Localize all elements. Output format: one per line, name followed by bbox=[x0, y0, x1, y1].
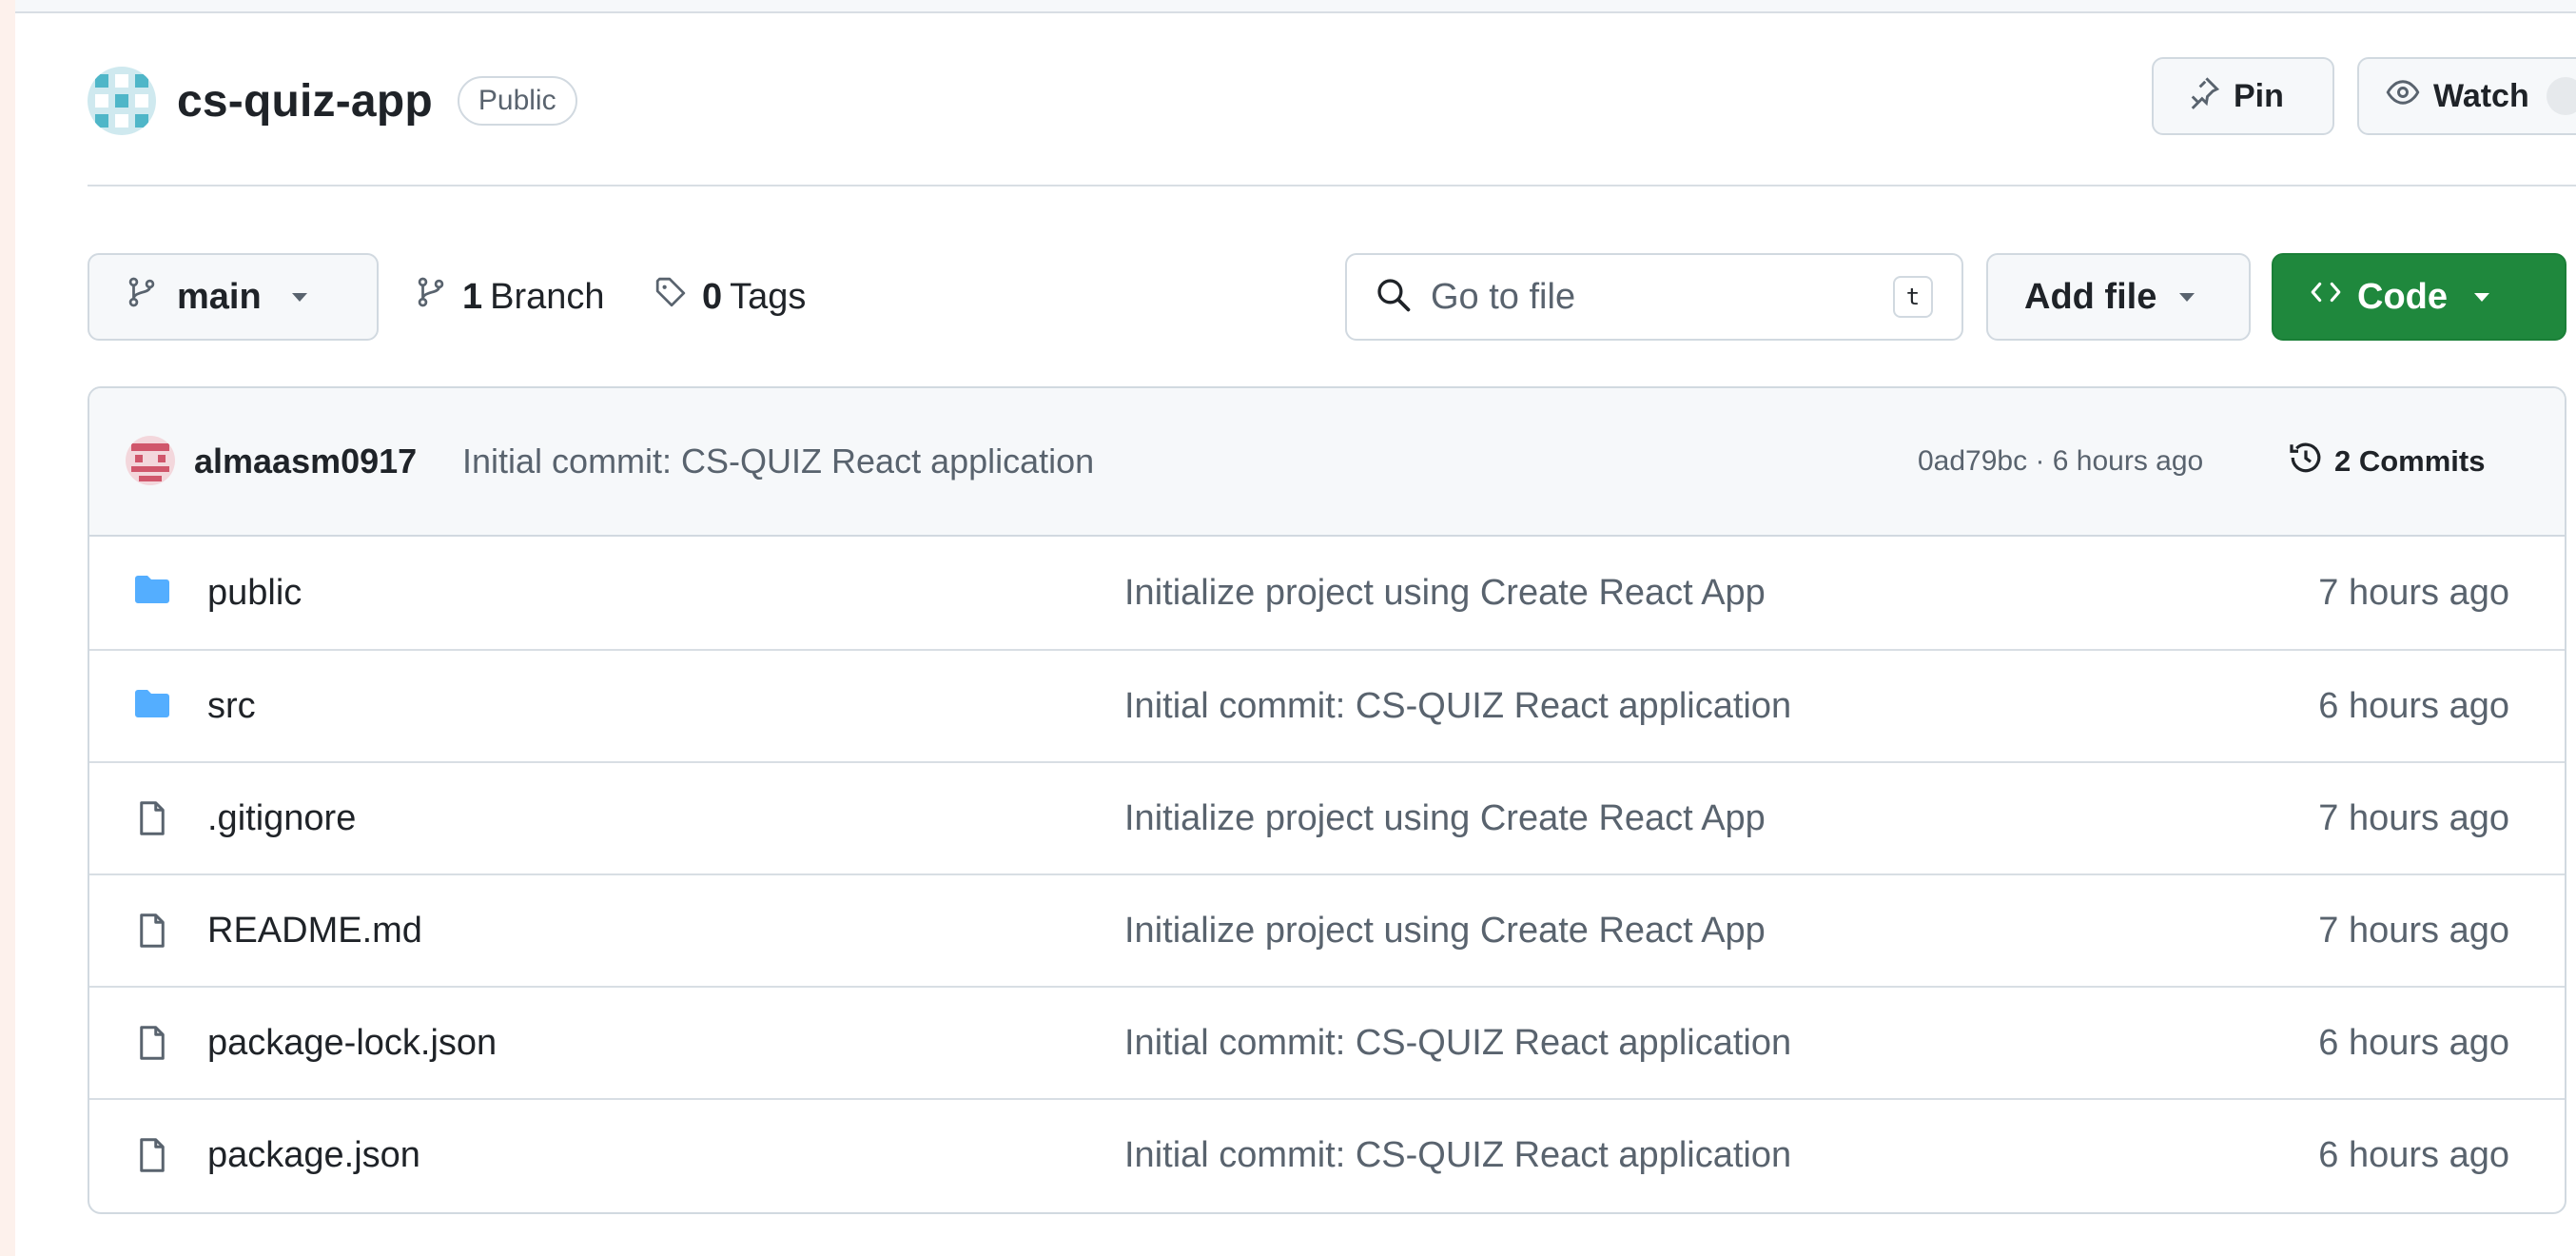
file-name-link[interactable]: public bbox=[207, 573, 302, 614]
commits-history-link[interactable]: 2 Commits bbox=[2287, 439, 2485, 484]
tag-icon bbox=[654, 276, 687, 318]
chevron-down-icon bbox=[2179, 292, 2195, 302]
file-name-link[interactable]: package.json bbox=[207, 1135, 420, 1176]
folder-icon bbox=[133, 687, 171, 726]
file-commit-time: 7 hours ago bbox=[2318, 797, 2509, 838]
file-row[interactable]: public Initialize project using Create Re… bbox=[89, 537, 2565, 649]
search-placeholder: Go to file bbox=[1431, 276, 1576, 317]
commits-count-label: 2 Commits bbox=[2334, 444, 2486, 478]
repo-owner-avatar[interactable] bbox=[88, 67, 156, 135]
commit-message[interactable]: Initial commit: CS-QUIZ React applicatio… bbox=[462, 442, 1094, 481]
chevron-down-icon bbox=[2474, 292, 2489, 302]
git-branch-icon bbox=[126, 276, 158, 318]
file-name-link[interactable]: package-lock.json bbox=[207, 1023, 497, 1064]
pin-icon bbox=[2186, 75, 2234, 118]
branches-label: Branch bbox=[490, 276, 605, 317]
watch-label: Watch bbox=[2433, 77, 2529, 114]
latest-commit-bar: almaasm0917 Initial commit: CS-QUIZ Reac… bbox=[89, 388, 2565, 537]
add-file-button[interactable]: Add file bbox=[1986, 253, 2251, 341]
file-browser: almaasm0917 Initial commit: CS-QUIZ Reac… bbox=[88, 386, 2566, 1214]
branches-link[interactable]: 1 Branch bbox=[415, 253, 605, 341]
file-row[interactable]: package.json Initial commit: CS-QUIZ Reac… bbox=[89, 1098, 2565, 1210]
git-branch-icon bbox=[415, 276, 447, 318]
history-icon bbox=[2287, 439, 2334, 484]
file-name-link[interactable]: .gitignore bbox=[207, 798, 356, 839]
branch-selector-button[interactable]: main bbox=[88, 253, 379, 341]
file-icon bbox=[133, 1024, 171, 1067]
commit-author[interactable]: almaasm0917 bbox=[194, 442, 417, 481]
file-name-link[interactable]: README.md bbox=[207, 911, 422, 952]
pin-button[interactable]: Pin bbox=[2152, 57, 2334, 135]
file-row[interactable]: README.md Initialize project using Create… bbox=[89, 873, 2565, 986]
tags-count: 0 bbox=[702, 276, 723, 317]
file-icon bbox=[133, 1136, 171, 1179]
file-commit-time: 6 hours ago bbox=[2318, 1134, 2509, 1175]
file-commit-time: 6 hours ago bbox=[2318, 1022, 2509, 1063]
file-commit-time: 7 hours ago bbox=[2318, 572, 2509, 613]
file-commit-message[interactable]: Initialize project using Create React Ap… bbox=[1124, 911, 1766, 952]
file-row[interactable]: src Initial commit: CS-QUIZ React applica… bbox=[89, 649, 2565, 761]
file-commit-time: 7 hours ago bbox=[2318, 910, 2509, 951]
code-label: Code bbox=[2357, 276, 2448, 317]
branch-name: main bbox=[177, 276, 262, 317]
code-button[interactable]: Code bbox=[2272, 253, 2566, 341]
branches-count: 1 bbox=[462, 276, 483, 317]
code-icon bbox=[2310, 276, 2342, 318]
commit-author-avatar[interactable] bbox=[126, 436, 175, 485]
keyboard-shortcut-hint: t bbox=[1893, 276, 1933, 318]
repo-name[interactable]: cs-quiz-app bbox=[177, 75, 433, 128]
watch-button[interactable]: Watch bbox=[2357, 57, 2576, 135]
file-icon bbox=[133, 799, 171, 842]
file-commit-time: 6 hours ago bbox=[2318, 685, 2509, 726]
file-commit-message[interactable]: Initial commit: CS-QUIZ React applicatio… bbox=[1124, 1023, 1791, 1064]
top-nav-edge bbox=[15, 0, 2576, 13]
file-row[interactable]: .gitignore Initialize project using Creat… bbox=[89, 761, 2565, 873]
tags-link[interactable]: 0 Tags bbox=[654, 253, 806, 341]
file-icon bbox=[133, 912, 171, 954]
search-icon bbox=[1376, 277, 1412, 318]
file-name-link[interactable]: src bbox=[207, 686, 256, 727]
tags-label: Tags bbox=[730, 276, 807, 317]
header-divider bbox=[88, 185, 2576, 186]
file-row[interactable]: package-lock.json Initial commit: CS-QUIZ… bbox=[89, 986, 2565, 1098]
chevron-down-icon bbox=[291, 292, 307, 302]
watch-count-badge bbox=[2546, 77, 2576, 115]
pin-label: Pin bbox=[2234, 77, 2284, 114]
eye-icon bbox=[2386, 75, 2433, 118]
folder-icon bbox=[133, 573, 171, 612]
go-to-file-input[interactable]: Go to file t bbox=[1345, 253, 1963, 341]
file-list: public Initialize project using Create Re… bbox=[89, 537, 2565, 1210]
file-commit-message[interactable]: Initial commit: CS-QUIZ React applicatio… bbox=[1124, 1135, 1791, 1176]
commit-hash-and-time[interactable]: 0ad79bc · 6 hours ago bbox=[1918, 445, 2203, 478]
file-commit-message[interactable]: Initial commit: CS-QUIZ React applicatio… bbox=[1124, 686, 1791, 727]
repo-header: cs-quiz-app Public bbox=[88, 63, 577, 139]
left-edge-strip bbox=[0, 0, 15, 1256]
file-commit-message[interactable]: Initialize project using Create React Ap… bbox=[1124, 573, 1766, 614]
add-file-label: Add file bbox=[2024, 276, 2157, 317]
visibility-badge: Public bbox=[457, 76, 577, 126]
file-commit-message[interactable]: Initialize project using Create React Ap… bbox=[1124, 798, 1766, 839]
